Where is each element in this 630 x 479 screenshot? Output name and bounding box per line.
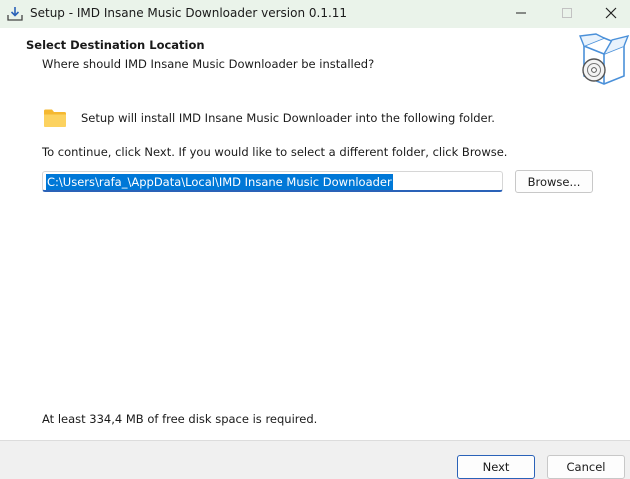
page-title: Select Destination Location	[26, 38, 205, 52]
maximize-icon	[561, 7, 573, 22]
minimize-button[interactable]	[498, 0, 544, 28]
folder-icon	[43, 108, 67, 128]
next-button[interactable]: Next	[457, 455, 535, 479]
minimize-icon	[515, 7, 527, 22]
wizard-header: Select Destination Location Where should…	[0, 28, 630, 86]
page-subtitle: Where should IMD Insane Music Downloader…	[42, 57, 375, 71]
installer-download-icon	[6, 5, 24, 23]
maximize-button	[544, 0, 590, 28]
close-icon	[605, 7, 617, 22]
instruction-text: To continue, click Next. If you would li…	[42, 145, 508, 159]
close-button[interactable]	[588, 0, 630, 28]
box-with-disc-icon	[578, 32, 630, 86]
cancel-button[interactable]: Cancel	[547, 455, 625, 479]
destination-path-input[interactable]: C:\Users\rafa_\AppData\Local\IMD Insane …	[42, 171, 503, 192]
destination-path-value[interactable]: C:\Users\rafa_\AppData\Local\IMD Insane …	[46, 174, 393, 190]
disk-space-text: At least 334,4 MB of free disk space is …	[42, 412, 318, 426]
window-title: Setup - IMD Insane Music Downloader vers…	[30, 6, 348, 20]
title-bar[interactable]: Setup - IMD Insane Music Downloader vers…	[0, 0, 630, 28]
install-info-text: Setup will install IMD Insane Music Down…	[81, 111, 495, 125]
browse-button[interactable]: Browse...	[515, 170, 593, 193]
wizard-footer: Next Cancel	[0, 440, 630, 479]
